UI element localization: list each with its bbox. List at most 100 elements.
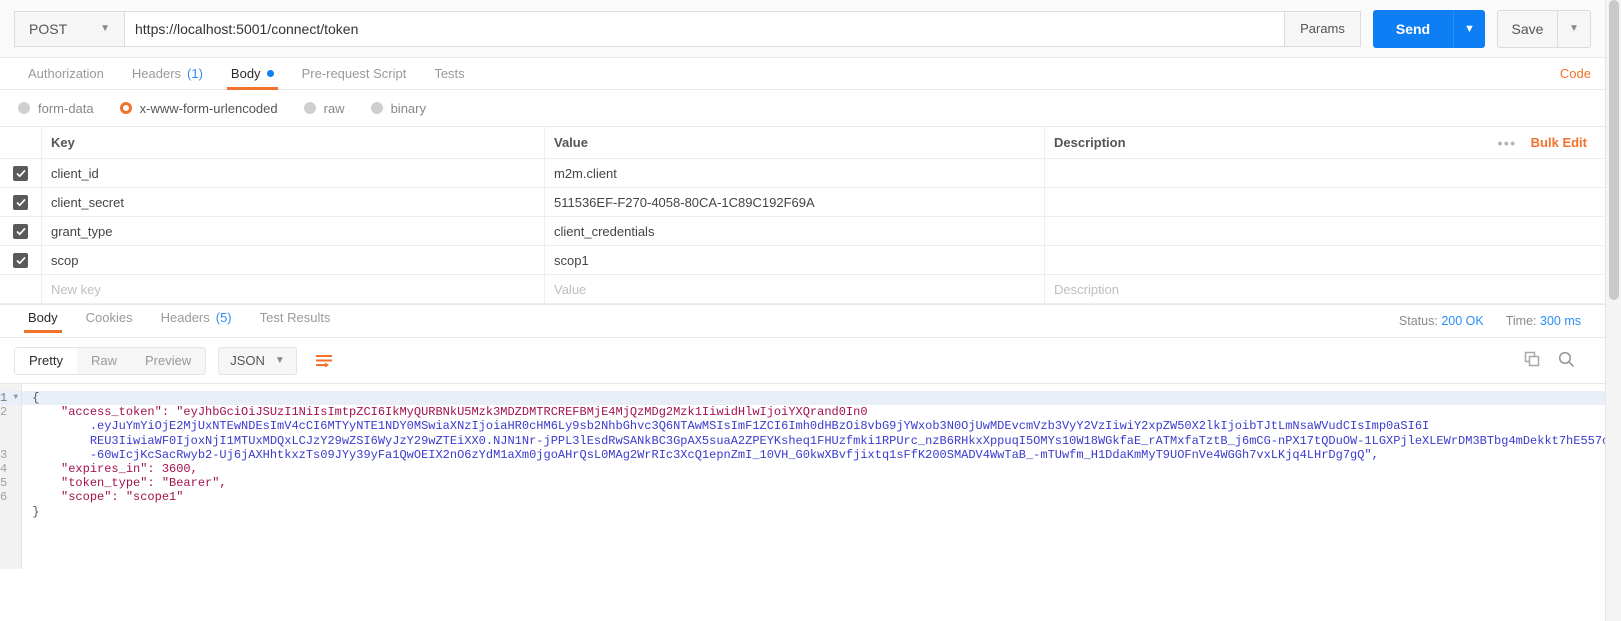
- radio-icon: [18, 102, 30, 114]
- checkbox-checked-icon[interactable]: [13, 223, 28, 239]
- table-new-row[interactable]: New key Value Description: [0, 275, 1605, 304]
- header-key: Key: [42, 127, 545, 158]
- row-key-cell[interactable]: scop: [42, 246, 545, 274]
- table-header-row: Key Value Description ••• Bulk Edit: [0, 127, 1605, 159]
- row-value-cell[interactable]: scop1: [545, 246, 1045, 274]
- row-key-cell[interactable]: grant_type: [42, 217, 545, 245]
- scrollbar-thumb[interactable]: [1609, 0, 1619, 300]
- code-link[interactable]: Code: [1560, 66, 1591, 89]
- checkbox-checked-icon[interactable]: [13, 165, 28, 181]
- fold-arrow-icon[interactable]: ▼: [13, 391, 18, 405]
- code-line: {: [22, 391, 1621, 406]
- response-toolbar: Pretty Raw Preview JSON ▼: [0, 338, 1605, 384]
- params-button[interactable]: Params: [1285, 10, 1361, 47]
- tab-label: Body: [230, 66, 261, 81]
- tab-pre-request-script[interactable]: Pre-request Script: [288, 66, 421, 89]
- time-badge: Time: 300 ms: [1506, 314, 1581, 328]
- body-type-label: raw: [323, 100, 345, 116]
- row-value-cell[interactable]: 511536EF-F270-4058-80CA-1C89C192F69A: [545, 188, 1045, 216]
- view-mode-preview[interactable]: Preview: [131, 348, 205, 374]
- row-key-text: grant_type: [51, 223, 113, 239]
- radio-icon: [370, 102, 383, 114]
- body-type-x-www-form-urlencoded[interactable]: x-www-form-urlencoded: [119, 100, 278, 116]
- view-mode-raw[interactable]: Raw: [77, 348, 131, 374]
- header-description: Description ••• Bulk Edit: [1045, 127, 1605, 158]
- view-mode-pretty[interactable]: Pretty: [15, 347, 77, 374]
- vertical-scrollbar[interactable]: [1605, 0, 1621, 621]
- send-button[interactable]: Send: [1373, 9, 1453, 48]
- response-tab-cookies[interactable]: Cookies: [72, 310, 147, 332]
- code-content[interactable]: { "access_token": "eyJhbGciOiJSUzI1NiIsI…: [22, 384, 1621, 569]
- tab-headers[interactable]: Headers (1): [118, 66, 217, 89]
- row-description-cell[interactable]: [1045, 246, 1605, 274]
- http-method-label: POST: [29, 20, 68, 37]
- body-type-form-data[interactable]: form-data: [18, 101, 94, 116]
- http-method-selector[interactable]: POST ▼: [14, 10, 125, 47]
- line-number: 6: [0, 490, 8, 505]
- table-row[interactable]: scop scop1: [0, 246, 1605, 275]
- code-line: "expires_in": 3600,: [32, 461, 198, 476]
- radio-selected-icon: [119, 102, 132, 114]
- row-key-text: client_secret: [51, 194, 124, 210]
- tab-label: Cookies: [85, 310, 133, 325]
- row-checkbox-cell: [0, 159, 42, 187]
- code-line: "scope": "scope1": [32, 490, 184, 505]
- row-description-cell[interactable]: [1045, 159, 1605, 187]
- body-type-binary[interactable]: binary: [370, 101, 426, 116]
- new-row-checkbox-cell: [0, 275, 42, 303]
- send-options-button[interactable]: ▼: [1453, 9, 1485, 48]
- postman-window: POST ▼ https://localhost:5001/connect/to…: [0, 0, 1621, 621]
- more-options-icon[interactable]: •••: [1497, 135, 1516, 151]
- line-number: 2: [0, 405, 8, 420]
- header-value: Value: [545, 127, 1045, 158]
- copy-button[interactable]: [1524, 351, 1540, 370]
- response-tab-test-results[interactable]: Test Results: [246, 310, 345, 332]
- checkbox-checked-icon[interactable]: [13, 194, 28, 210]
- search-button[interactable]: [1558, 351, 1575, 371]
- time-value: 300 ms: [1540, 314, 1581, 328]
- response-format-selector[interactable]: JSON ▼: [218, 346, 297, 375]
- response-body-viewer[interactable]: 1 ▼ 2 3 4 5 6 { "access_token": "eyJhbGci…: [0, 384, 1621, 569]
- row-description-cell[interactable]: [1045, 188, 1605, 216]
- save-button[interactable]: Save: [1497, 9, 1558, 48]
- request-url-input[interactable]: https://localhost:5001/connect/token: [125, 10, 1285, 47]
- new-value-input[interactable]: Value: [545, 275, 1045, 303]
- checkbox-checked-icon[interactable]: [13, 252, 28, 268]
- response-tab-body[interactable]: Body: [14, 310, 72, 333]
- tab-label: Body: [28, 310, 58, 325]
- tab-tests[interactable]: Tests: [420, 66, 478, 89]
- tab-label: Test Results: [259, 310, 331, 325]
- row-key-cell[interactable]: client_secret: [42, 188, 545, 216]
- tab-body[interactable]: Body: [217, 66, 288, 90]
- header-checkbox-cell: [0, 127, 42, 158]
- row-value-text: 511536EF-F270-4058-80CA-1C89C192F69A: [554, 194, 815, 210]
- chevron-down-icon: ▼: [1569, 23, 1579, 34]
- response-meta: Status: 200 OK Time: 300 ms: [1399, 314, 1591, 328]
- tab-label: Headers: [160, 310, 210, 325]
- table-row[interactable]: client_id m2m.client: [0, 159, 1605, 188]
- row-key-cell[interactable]: client_id: [42, 159, 545, 187]
- wrap-lines-icon: [315, 354, 332, 367]
- row-key-text: client_id: [51, 165, 99, 181]
- row-description-cell[interactable]: [1045, 217, 1605, 245]
- row-value-cell[interactable]: m2m.client: [545, 159, 1045, 187]
- new-description-input[interactable]: Description: [1045, 275, 1605, 303]
- body-type-raw[interactable]: raw: [303, 100, 345, 116]
- main-panel: POST ▼ https://localhost:5001/connect/to…: [0, 0, 1621, 621]
- tab-authorization[interactable]: Authorization: [14, 66, 118, 89]
- body-type-label: x-www-form-urlencoded: [139, 100, 278, 116]
- unsaved-dot-icon: [266, 70, 274, 77]
- wrap-lines-button[interactable]: [309, 347, 339, 375]
- response-tab-headers[interactable]: Headers (5): [147, 310, 246, 332]
- code-line: "token_type": "Bearer",: [32, 476, 227, 491]
- new-key-placeholder: New key: [51, 281, 101, 297]
- save-options-button[interactable]: ▼: [1558, 9, 1591, 48]
- table-row[interactable]: client_secret 511536EF-F270-4058-80CA-1C…: [0, 188, 1605, 217]
- table-row[interactable]: grant_type client_credentials: [0, 217, 1605, 246]
- line-number-text: 1: [0, 391, 8, 405]
- request-tabs: Authorization Headers (1) Body Pre-reque…: [0, 58, 1605, 90]
- row-value-cell[interactable]: client_credentials: [545, 217, 1045, 245]
- new-key-input[interactable]: New key: [42, 275, 545, 303]
- url-bar: POST ▼ https://localhost:5001/connect/to…: [0, 0, 1605, 58]
- bulk-edit-link[interactable]: Bulk Edit: [1531, 135, 1587, 150]
